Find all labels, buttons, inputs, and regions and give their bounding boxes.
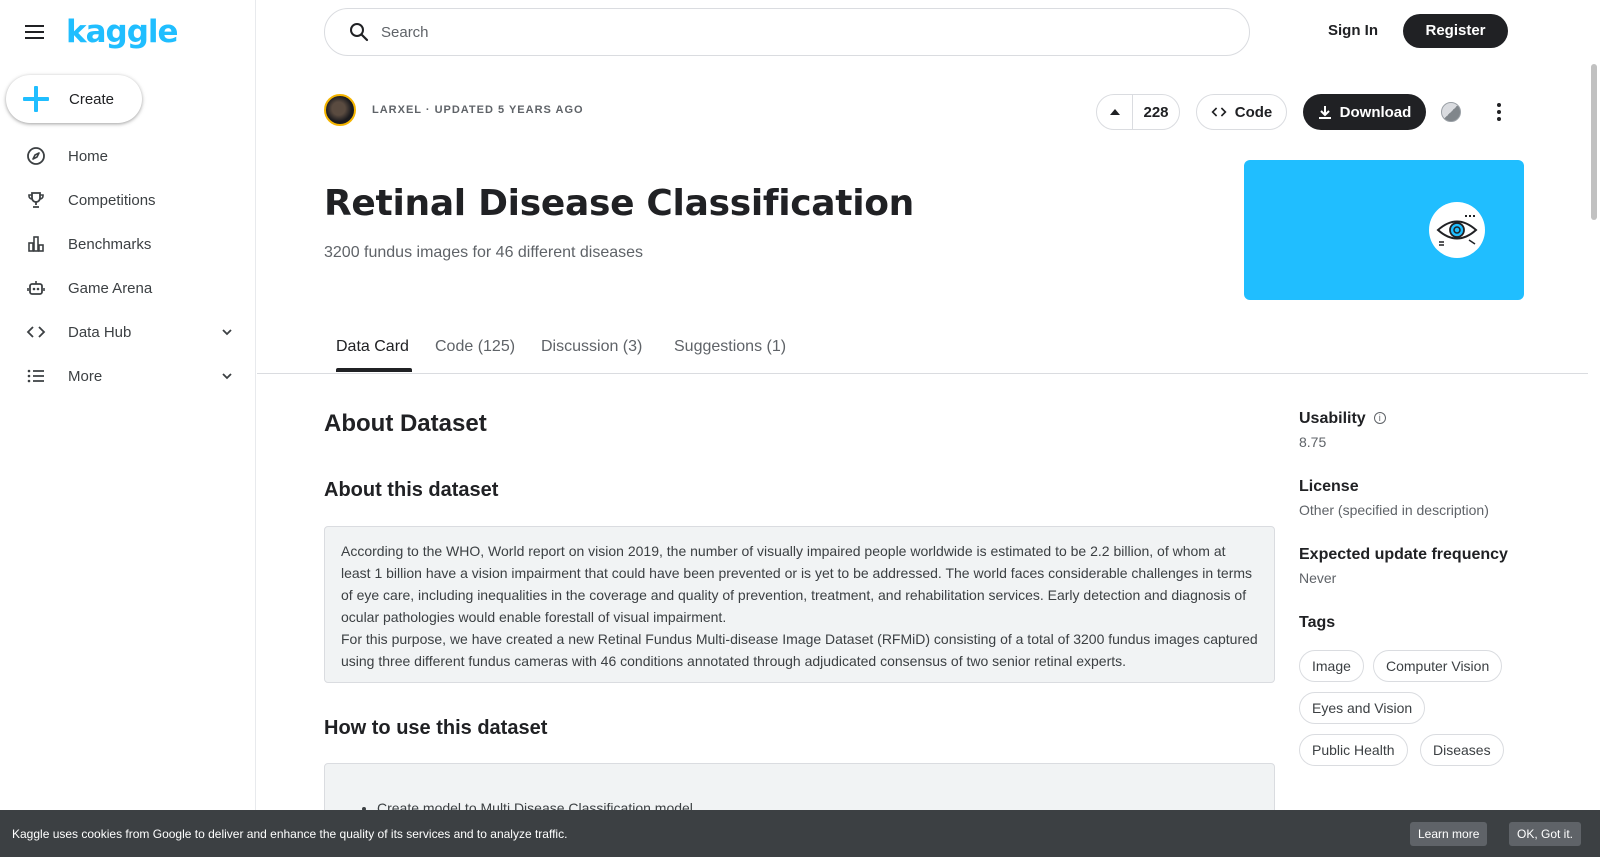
sidebar-nav: Home Competitions Benchmarks Game Arena … bbox=[0, 134, 256, 398]
upvote-button[interactable] bbox=[1097, 95, 1133, 129]
page-title: Retinal Disease Classification bbox=[324, 183, 915, 224]
download-button[interactable]: Download bbox=[1303, 94, 1426, 130]
sidebar-item-game-arena[interactable]: Game Arena bbox=[0, 266, 256, 310]
about-this-heading: About this dataset bbox=[324, 479, 499, 501]
sidebar-item-data-hub[interactable]: Data Hub bbox=[0, 310, 256, 354]
learn-more-button[interactable]: Learn more bbox=[1410, 822, 1488, 846]
menu-icon[interactable] bbox=[22, 19, 48, 45]
sidebar-item-benchmarks[interactable]: Benchmarks bbox=[0, 222, 256, 266]
chevron-down-icon[interactable] bbox=[220, 369, 234, 383]
page-subtitle: 3200 fundus images for 46 different dise… bbox=[324, 244, 644, 261]
sidebar-item-more[interactable]: More bbox=[0, 354, 256, 398]
sidebar-header: kaggle bbox=[22, 14, 179, 50]
about-heading: About Dataset bbox=[324, 410, 487, 437]
tag-diseases[interactable]: Diseases bbox=[1420, 734, 1504, 766]
scrollbar-thumb[interactable] bbox=[1591, 64, 1597, 220]
chevron-down-icon[interactable] bbox=[220, 325, 234, 339]
description-paragraph: For this purpose, we have created a new … bbox=[341, 631, 1258, 669]
bar-chart-icon bbox=[25, 233, 47, 255]
compass-icon bbox=[25, 145, 47, 167]
vote-count: 228 bbox=[1143, 103, 1169, 121]
info-icon[interactable]: i bbox=[1373, 412, 1386, 424]
create-label: Create bbox=[69, 90, 115, 108]
avatar[interactable] bbox=[324, 94, 356, 126]
tag-public-health[interactable]: Public Health bbox=[1299, 734, 1408, 766]
frequency-label: Expected update frequency bbox=[1299, 546, 1508, 563]
kaggle-logo[interactable]: kaggle bbox=[66, 14, 179, 50]
list-icon bbox=[25, 365, 47, 387]
tab-code[interactable]: Code (125) bbox=[435, 338, 515, 356]
code-icon bbox=[1211, 107, 1227, 117]
usability-label: Usability i bbox=[1299, 410, 1386, 428]
description-box: According to the WHO, World report on vi… bbox=[324, 526, 1275, 683]
code-button-label: Code bbox=[1234, 103, 1273, 121]
theme-toggle-icon[interactable] bbox=[1441, 102, 1461, 122]
how-to-heading: How to use this dataset bbox=[324, 717, 548, 739]
plus-icon bbox=[23, 86, 49, 112]
download-button-label: Download bbox=[1339, 103, 1412, 121]
sidebar-item-label: More bbox=[68, 367, 103, 385]
tab-suggestions[interactable]: Suggestions (1) bbox=[674, 338, 786, 356]
sidebar-item-label: Data Hub bbox=[68, 323, 132, 341]
tag-computer-vision[interactable]: Computer Vision bbox=[1373, 650, 1503, 682]
frequency-value: Never bbox=[1299, 570, 1337, 586]
sidebar-item-competitions[interactable]: Competitions bbox=[0, 178, 256, 222]
sidebar-item-label: Game Arena bbox=[68, 279, 153, 297]
license-value: Other (specified in description) bbox=[1299, 502, 1489, 518]
tags-label: Tags bbox=[1299, 614, 1336, 631]
eye-logo-icon bbox=[1429, 202, 1485, 258]
sidebar-item-label: Benchmarks bbox=[68, 235, 152, 253]
search-icon bbox=[350, 23, 369, 42]
sidebar-item-home[interactable]: Home bbox=[0, 134, 256, 178]
trophy-icon bbox=[25, 189, 47, 211]
tab-data-card[interactable]: Data Card bbox=[336, 338, 409, 356]
ok-got-it-button[interactable]: OK, Got it. bbox=[1509, 822, 1582, 846]
page-scrollbar[interactable] bbox=[1588, 0, 1600, 857]
tab-discussion[interactable]: Discussion (3) bbox=[541, 338, 642, 356]
cookie-banner: Kaggle uses cookies from Google to deliv… bbox=[0, 810, 1600, 857]
usability-label-text: Usability bbox=[1299, 410, 1366, 427]
main-content: Sign In Register LARXEL · UPDATED 5 YEAR… bbox=[257, 0, 1588, 857]
tab-bar: Data Card Code (125) Discussion (3) Sugg… bbox=[257, 322, 1588, 374]
sidebar: kaggle Create Home Competitions Benchmar… bbox=[0, 0, 256, 857]
license-label: License bbox=[1299, 478, 1359, 495]
search-input[interactable] bbox=[381, 23, 1181, 41]
sidebar-item-label: Competitions bbox=[68, 191, 156, 209]
cookie-text: Kaggle uses cookies from Google to deliv… bbox=[12, 826, 568, 841]
sidebar-item-label: Home bbox=[68, 147, 109, 165]
usability-value: 8.75 bbox=[1299, 434, 1327, 450]
search-bar[interactable] bbox=[324, 8, 1250, 56]
vote-widget: 228 bbox=[1096, 94, 1180, 130]
code-icon bbox=[25, 321, 47, 343]
author-meta: LARXEL · UPDATED 5 YEARS AGO bbox=[372, 104, 584, 116]
tag-image[interactable]: Image bbox=[1299, 650, 1364, 682]
active-tab-indicator bbox=[336, 368, 412, 372]
tag-eyes-and-vision[interactable]: Eyes and Vision bbox=[1299, 692, 1426, 724]
create-button[interactable]: Create bbox=[6, 75, 142, 123]
author-row: LARXEL · UPDATED 5 YEARS AGO bbox=[324, 94, 584, 126]
register-button[interactable]: Register bbox=[1403, 14, 1508, 48]
cover-image bbox=[1244, 160, 1524, 300]
description-paragraph: According to the WHO, World report on vi… bbox=[341, 543, 1253, 625]
robot-icon bbox=[25, 277, 47, 299]
code-button[interactable]: Code bbox=[1196, 94, 1287, 130]
download-icon bbox=[1318, 106, 1331, 119]
caret-up-icon bbox=[1109, 109, 1120, 115]
more-options-icon[interactable] bbox=[1487, 98, 1511, 126]
sign-in-button[interactable]: Sign In bbox=[1316, 14, 1390, 48]
